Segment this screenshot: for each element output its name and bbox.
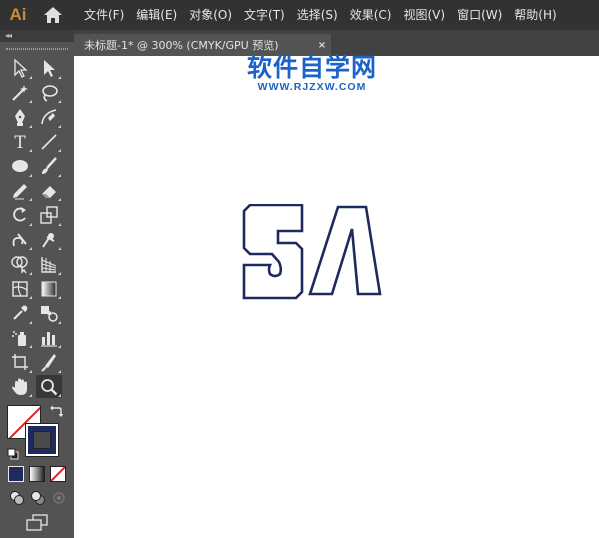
puppet-warp-icon[interactable]	[36, 228, 62, 251]
illustrator-window: Ai 文件(F) 编辑(E) 对象(O) 文字(T) 选择(S) 效果(C) 视…	[0, 0, 599, 538]
tools-panel: ◂◂ T	[0, 30, 74, 538]
panel-grip[interactable]	[0, 42, 74, 56]
blend-icon[interactable]	[36, 302, 62, 325]
menu-effect[interactable]: 效果(C)	[344, 0, 398, 30]
draw-inside-icon[interactable]	[50, 490, 67, 507]
rotate-icon[interactable]	[7, 204, 33, 227]
curvature-icon[interactable]	[36, 106, 62, 129]
symbol-sprayer-icon[interactable]	[7, 326, 33, 349]
swap-fill-stroke-icon[interactable]	[49, 403, 64, 422]
stroke-swatch[interactable]	[25, 423, 59, 457]
line-segment-icon[interactable]	[36, 130, 62, 153]
pen-icon[interactable]	[7, 106, 33, 129]
color-mode-icon[interactable]	[8, 466, 24, 482]
perspective-grid-icon[interactable]	[36, 253, 62, 276]
color-mode-row	[0, 463, 74, 485]
home-icon[interactable]	[36, 0, 70, 30]
menu-window[interactable]: 窗口(W)	[451, 0, 508, 30]
eyedropper-icon[interactable]	[7, 302, 33, 325]
magic-wand-icon[interactable]	[7, 81, 33, 104]
eraser-icon[interactable]	[36, 179, 62, 202]
letter-s-outline	[242, 204, 304, 300]
draw-behind-icon[interactable]	[29, 490, 46, 507]
draw-normal-icon[interactable]	[8, 490, 25, 507]
gradient-icon[interactable]	[36, 277, 62, 300]
ellipse-icon[interactable]	[7, 155, 33, 178]
column-graph-icon[interactable]	[36, 326, 62, 349]
screen-mode-icon[interactable]	[24, 514, 50, 536]
letter-a-outline	[308, 205, 382, 296]
watermark-title: 软件自学网	[246, 53, 377, 82]
zoom-icon[interactable]	[36, 375, 62, 399]
sa-outline-artwork[interactable]	[242, 204, 388, 300]
menu-list: 文件(F) 编辑(E) 对象(O) 文字(T) 选择(S) 效果(C) 视图(V…	[78, 0, 563, 30]
watermark-url: WWW.RJZXW.COM	[257, 81, 367, 93]
paintbrush-icon[interactable]	[36, 155, 62, 178]
menu-object[interactable]: 对象(O)	[183, 0, 238, 30]
mesh-icon[interactable]	[7, 277, 33, 300]
menu-bar: Ai 文件(F) 编辑(E) 对象(O) 文字(T) 选择(S) 效果(C) 视…	[0, 0, 599, 30]
collapse-panel-icon[interactable]: ◂◂	[5, 30, 12, 42]
pencil-icon[interactable]	[7, 179, 33, 202]
close-tab-icon[interactable]: ×	[313, 40, 331, 51]
slice-icon[interactable]	[36, 351, 62, 374]
artboard-icon[interactable]	[7, 351, 33, 374]
hand-icon[interactable]	[7, 375, 33, 398]
document-tab-title: 未标题-1* @ 300% (CMYK/GPU 预览)	[84, 39, 279, 52]
tools-panel-header: ◂◂	[0, 30, 74, 42]
menu-edit[interactable]: 编辑(E)	[130, 0, 183, 30]
fill-stroke-control	[0, 401, 74, 461]
shape-builder-icon[interactable]	[7, 253, 33, 276]
menu-view[interactable]: 视图(V)	[397, 0, 451, 30]
menu-file[interactable]: 文件(F)	[78, 0, 130, 30]
type-icon[interactable]: T	[7, 130, 33, 153]
app-logo: Ai	[9, 5, 27, 24]
gradient-mode-icon[interactable]	[29, 466, 45, 482]
menu-help[interactable]: 帮助(H)	[508, 0, 562, 30]
none-mode-icon[interactable]	[50, 466, 66, 482]
selection-tool-icon[interactable]	[7, 57, 33, 80]
default-fill-stroke-icon[interactable]	[7, 445, 19, 464]
direct-selection-tool-icon[interactable]	[36, 57, 62, 80]
svg-text:T: T	[14, 133, 26, 152]
menu-select[interactable]: 选择(S)	[291, 0, 344, 30]
watermark: 软件自学网 WWW.RJZXW.COM	[237, 52, 387, 98]
warp-icon[interactable]	[7, 228, 33, 251]
menu-type[interactable]: 文字(T)	[238, 0, 291, 30]
lasso-icon[interactable]	[36, 81, 62, 104]
artboard-canvas[interactable]	[74, 56, 599, 538]
scale-icon[interactable]	[36, 204, 62, 227]
draw-mode-row	[0, 487, 74, 509]
